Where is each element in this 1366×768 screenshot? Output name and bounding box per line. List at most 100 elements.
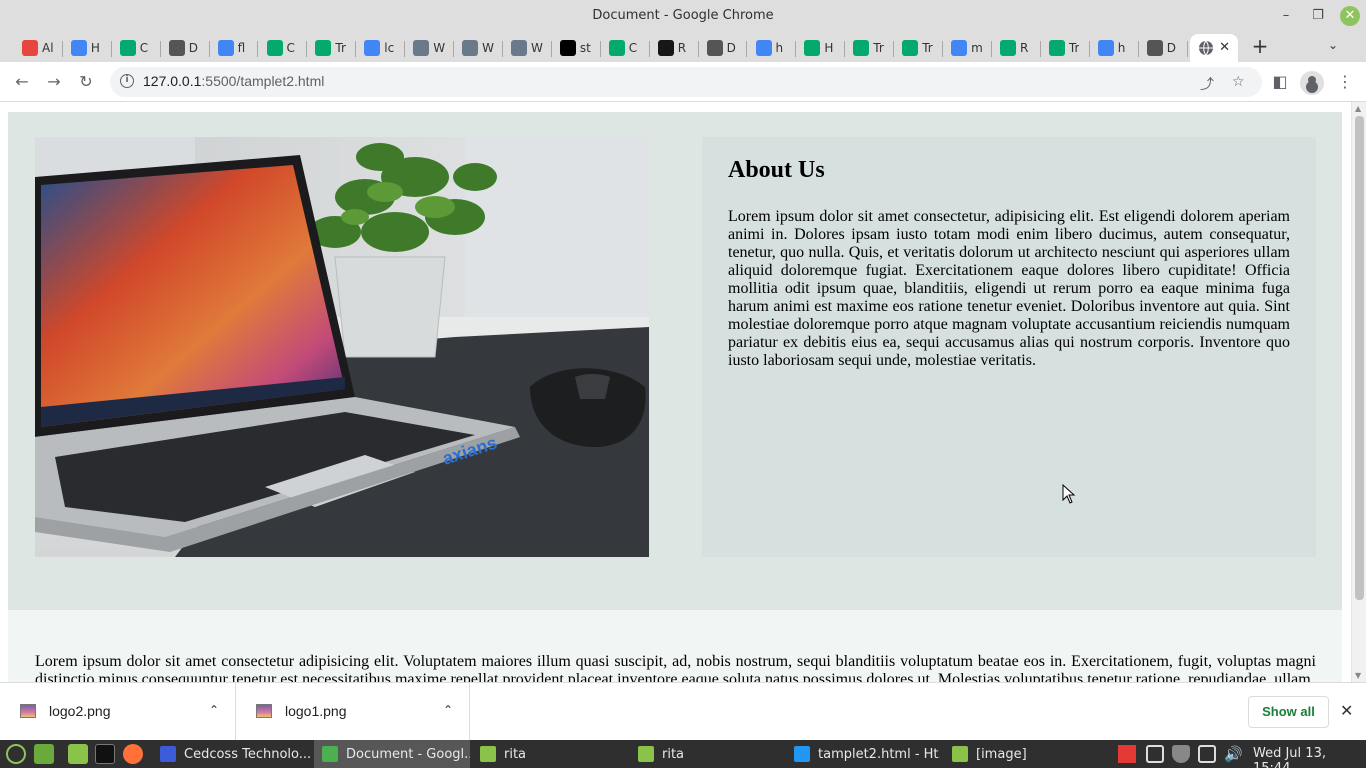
tab-title: m bbox=[971, 41, 983, 55]
browser-tab[interactable]: D bbox=[1139, 34, 1188, 62]
tab-title: R bbox=[1020, 41, 1029, 55]
taskbar-window-label: tamplet2.html - Ht... bbox=[818, 746, 940, 762]
tab-title: lc bbox=[384, 41, 395, 55]
avatar-icon bbox=[462, 40, 479, 56]
browser-tab[interactable]: W bbox=[503, 34, 552, 62]
back-button[interactable]: ← bbox=[10, 70, 34, 94]
second-section: Lorem ipsum dolor sit amet consectetur a… bbox=[8, 610, 1342, 682]
maximize-button[interactable]: ❐ bbox=[1308, 6, 1328, 26]
terminal-icon[interactable] bbox=[95, 744, 115, 764]
network-icon[interactable] bbox=[1198, 745, 1216, 763]
download-item[interactable]: logo2.png ⌃ bbox=[0, 683, 236, 741]
about-paragraph: Lorem ipsum dolor sit amet consectetur, … bbox=[728, 208, 1290, 369]
chevron-up-icon[interactable]: ⌃ bbox=[443, 703, 453, 717]
taskbar-window-label: [image] bbox=[976, 746, 1027, 762]
address-bar[interactable]: i 127.0.0.1:5500/tamplet2.html ⤴ ☆ bbox=[110, 67, 1262, 97]
browser-tab[interactable]: lc bbox=[356, 34, 406, 62]
laptop-image: axians bbox=[35, 137, 649, 557]
globe-icon bbox=[706, 40, 723, 56]
volume-icon[interactable]: 🔊 bbox=[1224, 745, 1243, 763]
taskbar-clock[interactable]: Wed Jul 13, 15:44 bbox=[1253, 746, 1366, 768]
browser-tab[interactable]: fl bbox=[210, 34, 259, 62]
taskbar-window-button[interactable]: rita bbox=[472, 740, 626, 768]
w3schools-icon bbox=[853, 40, 870, 56]
page-viewport: axians About Us Lorem ipsum dolor sit am… bbox=[0, 102, 1366, 682]
taskbar-window-button[interactable]: Document - Googl... bbox=[314, 740, 470, 768]
forward-button[interactable]: → bbox=[42, 70, 66, 94]
minimize-button[interactable]: – bbox=[1276, 6, 1296, 26]
tab-title: H bbox=[824, 41, 834, 55]
browser-tab[interactable]: Tr bbox=[845, 34, 895, 62]
google-icon bbox=[755, 40, 772, 56]
browser-tab[interactable]: h bbox=[748, 34, 797, 62]
browser-tab[interactable]: R bbox=[992, 34, 1041, 62]
browser-tab[interactable]: C bbox=[601, 34, 650, 62]
browser-tab[interactable]: h bbox=[1090, 34, 1139, 62]
url-host: 127.0.0.1 bbox=[143, 73, 202, 89]
tab-close-button[interactable]: ✕ bbox=[1219, 40, 1230, 55]
reload-button[interactable]: ↻ bbox=[74, 70, 98, 94]
menu-launcher-icon[interactable] bbox=[6, 744, 26, 764]
profile-avatar[interactable] bbox=[1300, 71, 1324, 95]
about-section: axians About Us Lorem ipsum dolor sit am… bbox=[8, 112, 1342, 610]
chevron-up-icon[interactable]: ⌃ bbox=[209, 703, 219, 717]
browser-tab[interactable]: C bbox=[259, 34, 308, 62]
taskbar-window-button[interactable]: [image] bbox=[944, 740, 1044, 768]
tab-title: W bbox=[433, 41, 446, 55]
tab-title: W bbox=[482, 41, 494, 55]
browser-tab[interactable]: W bbox=[405, 34, 455, 62]
browser-tab[interactable]: C bbox=[112, 34, 161, 62]
share-icon[interactable]: ⤴ bbox=[1200, 74, 1214, 94]
browser-tab[interactable]: D bbox=[699, 34, 748, 62]
close-window-button[interactable]: ✕ bbox=[1340, 6, 1360, 26]
mouse-cursor-icon bbox=[1062, 484, 1076, 504]
browser-tab[interactable]: Tr bbox=[894, 34, 944, 62]
browser-tab[interactable]: W bbox=[454, 34, 503, 62]
files-icon[interactable] bbox=[68, 744, 88, 764]
browser-tab[interactable]: Tr bbox=[307, 34, 357, 62]
page-scrollbar[interactable]: ▲ ▼ bbox=[1351, 102, 1366, 682]
about-heading: About Us bbox=[728, 157, 825, 183]
side-panel-icon[interactable]: ◧ bbox=[1268, 70, 1292, 94]
w3schools-icon bbox=[902, 40, 919, 56]
url-text[interactable]: 127.0.0.1:5500/tamplet2.html bbox=[143, 73, 324, 89]
show-desktop-icon[interactable] bbox=[34, 744, 54, 764]
site-info-icon[interactable]: i bbox=[120, 74, 134, 88]
browser-tab[interactable]: Al bbox=[14, 34, 63, 62]
browser-tab[interactable]: m bbox=[943, 34, 992, 62]
taskbar-window-button[interactable]: Cedcoss Technolo... bbox=[152, 740, 310, 768]
show-all-downloads-button[interactable]: Show all bbox=[1248, 696, 1329, 728]
w3schools-icon bbox=[608, 40, 625, 56]
tab-active[interactable]: ✕ bbox=[1190, 34, 1238, 62]
bookmark-star-icon[interactable]: ☆ bbox=[1232, 74, 1245, 90]
firefox-icon[interactable] bbox=[123, 744, 143, 764]
close-downloads-button[interactable]: ✕ bbox=[1340, 701, 1353, 720]
browser-tab[interactable]: H bbox=[796, 34, 846, 62]
google-icon bbox=[364, 40, 381, 56]
new-tab-button[interactable]: + bbox=[1250, 36, 1270, 56]
w3schools-icon bbox=[266, 40, 283, 56]
scroll-down-icon[interactable]: ▼ bbox=[1355, 671, 1361, 680]
folder-icon bbox=[638, 746, 654, 762]
browser-tab[interactable]: D bbox=[161, 34, 210, 62]
download-item[interactable]: logo1.png ⌃ bbox=[236, 683, 470, 741]
scroll-up-icon[interactable]: ▲ bbox=[1355, 104, 1361, 113]
browser-tab[interactable]: st bbox=[552, 34, 601, 62]
globe-icon bbox=[1199, 40, 1213, 56]
google-icon bbox=[951, 40, 968, 56]
download-filename: logo1.png bbox=[285, 703, 347, 719]
chrome-menu-button[interactable]: ⋮ bbox=[1333, 70, 1357, 94]
shield-icon[interactable] bbox=[1172, 745, 1190, 763]
taskbar-window-button[interactable]: tamplet2.html - Ht... bbox=[786, 740, 940, 768]
taskbar-window-label: Cedcoss Technolo... bbox=[184, 746, 310, 762]
taskbar-window-button[interactable]: rita bbox=[630, 740, 782, 768]
browser-tab[interactable]: H bbox=[63, 34, 112, 62]
scrollbar-thumb[interactable] bbox=[1355, 116, 1364, 600]
anydesk-icon[interactable] bbox=[1118, 745, 1136, 763]
tab-search-button[interactable]: ⌄ bbox=[1328, 38, 1338, 52]
google-icon bbox=[217, 40, 234, 56]
browser-tab[interactable]: Tr bbox=[1041, 34, 1090, 62]
update-notice-icon[interactable] bbox=[1146, 745, 1164, 763]
os-taskbar: Cedcoss Technolo... Document - Googl... ri… bbox=[0, 740, 1366, 768]
browser-tab[interactable]: R bbox=[650, 34, 699, 62]
